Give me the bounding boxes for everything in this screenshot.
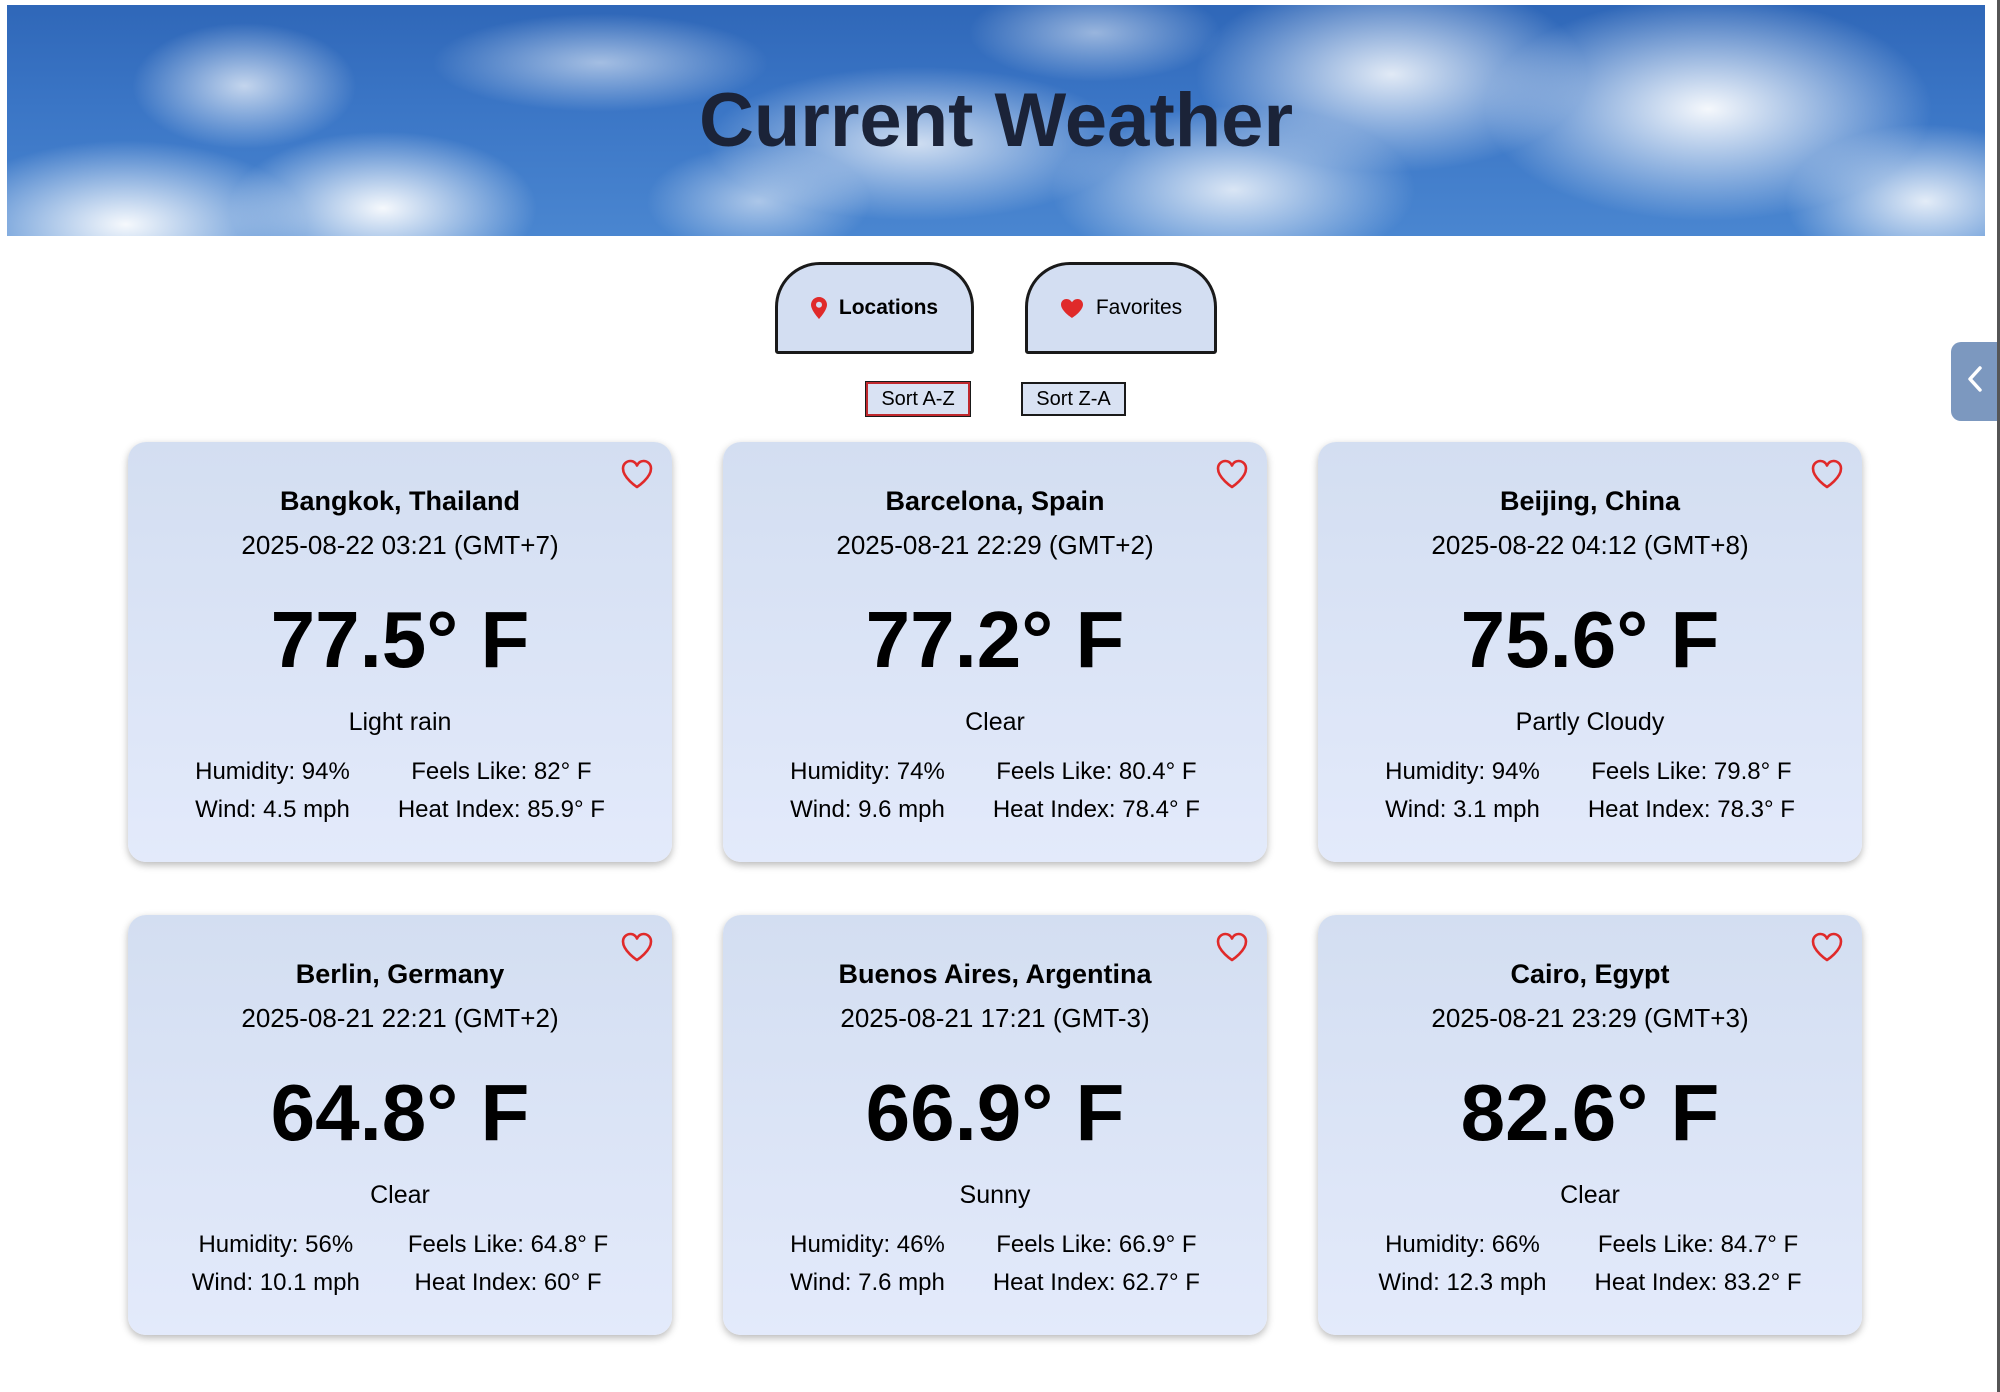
card-temperature: 77.5° F: [270, 595, 530, 684]
card-humidity: Humidity: 66%: [1385, 1231, 1540, 1258]
card-stats: Humidity: 46% Wind: 7.6 mph Feels Like: …: [723, 1231, 1267, 1297]
card-feels-like: Feels Like: 66.9° F: [996, 1231, 1197, 1258]
card-stats: Humidity: 66% Wind: 12.3 mph Feels Like:…: [1318, 1231, 1862, 1297]
card-stats: Humidity: 94% Wind: 3.1 mph Feels Like: …: [1318, 758, 1862, 824]
card-wind: Wind: 12.3 mph: [1378, 1269, 1547, 1296]
card-stats: Humidity: 56% Wind: 10.1 mph Feels Like:…: [128, 1231, 672, 1297]
card-local-time: 2025-08-21 17:21 (GMT-3): [840, 1003, 1150, 1033]
card-feels-like: Feels Like: 82° F: [411, 758, 592, 785]
card-city: Beijing, China: [1499, 486, 1680, 516]
card-temperature: 64.8° F: [270, 1068, 530, 1157]
card-wind: Wind: 3.1 mph: [1385, 796, 1540, 823]
card-local-time: 2025-08-22 03:21 (GMT+7): [241, 530, 559, 560]
card-local-time: 2025-08-21 22:21 (GMT+2): [241, 1003, 559, 1033]
card-humidity: Humidity: 74%: [790, 758, 945, 785]
card-feels-like: Feels Like: 79.8° F: [1591, 758, 1792, 785]
card-humidity: Humidity: 94%: [1385, 758, 1540, 785]
card-wind: Wind: 7.6 mph: [790, 1269, 945, 1296]
card-heat-index: Heat Index: 78.4° F: [992, 796, 1200, 823]
card-heat-index: Heat Index: 78.3° F: [1587, 796, 1795, 823]
weather-card-grid: Bangkok, Thailand 2025-08-22 03:21 (GMT+…: [0, 0, 2000, 1392]
card-feels-like: Feels Like: 64.8° F: [407, 1231, 609, 1258]
card-heat-index: Heat Index: 62.7° F: [992, 1269, 1200, 1296]
card-temperature: 75.6° F: [1460, 595, 1720, 684]
card-condition: Light rain: [348, 708, 452, 736]
card-temperature: 66.9° F: [865, 1068, 1125, 1157]
card-condition: Clear: [965, 708, 1025, 736]
card-city: Buenos Aires, Argentina: [838, 959, 1152, 989]
card-condition: Sunny: [959, 1181, 1031, 1209]
card-stats: Humidity: 74% Wind: 9.6 mph Feels Like: …: [723, 758, 1267, 824]
weather-card: Buenos Aires, Argentina 2025-08-21 17:21…: [723, 915, 1267, 1335]
card-temperature: 82.6° F: [1460, 1068, 1720, 1157]
card-stats: Humidity: 94% Wind: 4.5 mph Feels Like: …: [128, 758, 672, 824]
weather-card: Cairo, Egypt 2025-08-21 23:29 (GMT+3) 82…: [1318, 915, 1862, 1335]
weather-card: Barcelona, Spain 2025-08-21 22:29 (GMT+2…: [723, 442, 1267, 862]
card-wind: Wind: 4.5 mph: [195, 796, 350, 823]
card-local-time: 2025-08-22 04:12 (GMT+8): [1431, 530, 1749, 560]
card-city: Bangkok, Thailand: [279, 486, 521, 516]
card-city: Barcelona, Spain: [885, 486, 1105, 516]
card-feels-like: Feels Like: 84.7° F: [1597, 1231, 1799, 1258]
card-wind: Wind: 9.6 mph: [790, 796, 945, 823]
card-heat-index: Heat Index: 60° F: [414, 1269, 602, 1296]
card-heat-index: Heat Index: 83.2° F: [1594, 1269, 1802, 1296]
weather-card: Beijing, China 2025-08-22 04:12 (GMT+8) …: [1318, 442, 1862, 862]
weather-card: Bangkok, Thailand 2025-08-22 03:21 (GMT+…: [128, 442, 672, 862]
card-city: Cairo, Egypt: [1510, 959, 1670, 989]
card-humidity: Humidity: 46%: [790, 1231, 945, 1258]
card-local-time: 2025-08-21 23:29 (GMT+3): [1431, 1003, 1749, 1033]
card-heat-index: Heat Index: 85.9° F: [397, 796, 605, 823]
card-local-time: 2025-08-21 22:29 (GMT+2): [836, 530, 1154, 560]
weather-card: Berlin, Germany 2025-08-21 22:21 (GMT+2)…: [128, 915, 672, 1335]
card-condition: Clear: [1560, 1181, 1620, 1209]
card-humidity: Humidity: 56%: [198, 1231, 354, 1258]
card-city: Berlin, Germany: [295, 959, 505, 989]
card-temperature: 77.2° F: [865, 595, 1125, 684]
card-feels-like: Feels Like: 80.4° F: [996, 758, 1197, 785]
card-condition: Clear: [370, 1181, 430, 1209]
card-humidity: Humidity: 94%: [195, 758, 350, 785]
card-wind: Wind: 10.1 mph: [191, 1269, 360, 1296]
card-condition: Partly Cloudy: [1515, 708, 1665, 736]
